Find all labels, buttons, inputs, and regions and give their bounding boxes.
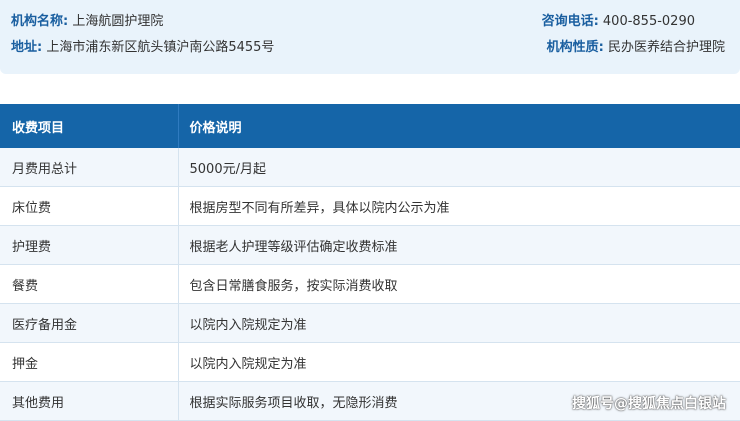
fee-item-cell: 其他费用	[0, 381, 179, 421]
fee-item-cell: 餐费	[0, 264, 179, 304]
fee-table: 收费项目 价格说明 月费用总计 5000元/月起 床位费 根据房型不同有所差异，…	[0, 104, 740, 421]
price-description-cell: 以院内入院规定为准	[178, 303, 740, 343]
price-description-cell: 5000元/月起	[178, 148, 740, 187]
address-value: 上海市浦东新区航头镇沪南公路5455号	[46, 40, 275, 55]
fee-table-header-row: 收费项目 价格说明	[0, 104, 740, 148]
phone-value: 400-855-0290	[602, 14, 695, 29]
fee-item-cell: 医疗备用金	[0, 303, 179, 343]
table-row: 月费用总计 5000元/月起	[0, 148, 740, 187]
fee-item-cell: 护理费	[0, 225, 179, 265]
price-description-cell: 根据老人护理等级评估确定收费标准	[178, 225, 740, 265]
address-row: 地址: 上海市浦东新区航头镇沪南公路5455号	[11, 40, 274, 56]
table-row: 餐费 包含日常膳食服务，按实际消费收取	[0, 264, 740, 304]
institution-info-panel: 机构名称: 上海航圆护理院 地址: 上海市浦东新区航头镇沪南公路5455号 咨询…	[0, 0, 740, 74]
fee-item-cell: 押金	[0, 342, 179, 382]
table-row: 护理费 根据老人护理等级评估确定收费标准	[0, 225, 740, 265]
table-row: 床位费 根据房型不同有所差异，具体以院内公示为准	[0, 186, 740, 226]
fee-item-cell: 月费用总计	[0, 148, 179, 187]
phone-row: 咨询电话: 400-855-0290	[542, 14, 695, 30]
address-label: 地址:	[11, 40, 43, 55]
header-price-description: 价格说明	[178, 104, 740, 148]
price-description-cell: 包含日常膳食服务，按实际消费收取	[178, 264, 740, 304]
institution-name-value: 上海航圆护理院	[72, 14, 164, 29]
nature-row: 机构性质: 民办医养结合护理院	[547, 40, 725, 56]
price-description-cell: 以院内入院规定为准	[178, 342, 740, 382]
institution-name-label: 机构名称:	[11, 14, 69, 29]
nature-label: 机构性质:	[546, 40, 604, 55]
institution-name-row: 机构名称: 上海航圆护理院	[11, 14, 163, 30]
phone-label: 咨询电话:	[541, 14, 599, 29]
nature-value: 民办医养结合护理院	[607, 40, 725, 55]
header-fee-item: 收费项目	[0, 104, 179, 148]
table-row: 医疗备用金 以院内入院规定为准	[0, 303, 740, 343]
fee-item-cell: 床位费	[0, 186, 179, 226]
source-watermark: 搜狐号@搜狐焦点白银站	[572, 396, 726, 412]
table-row: 押金 以院内入院规定为准	[0, 342, 740, 382]
price-description-cell: 根据房型不同有所差异，具体以院内公示为准	[178, 186, 740, 226]
